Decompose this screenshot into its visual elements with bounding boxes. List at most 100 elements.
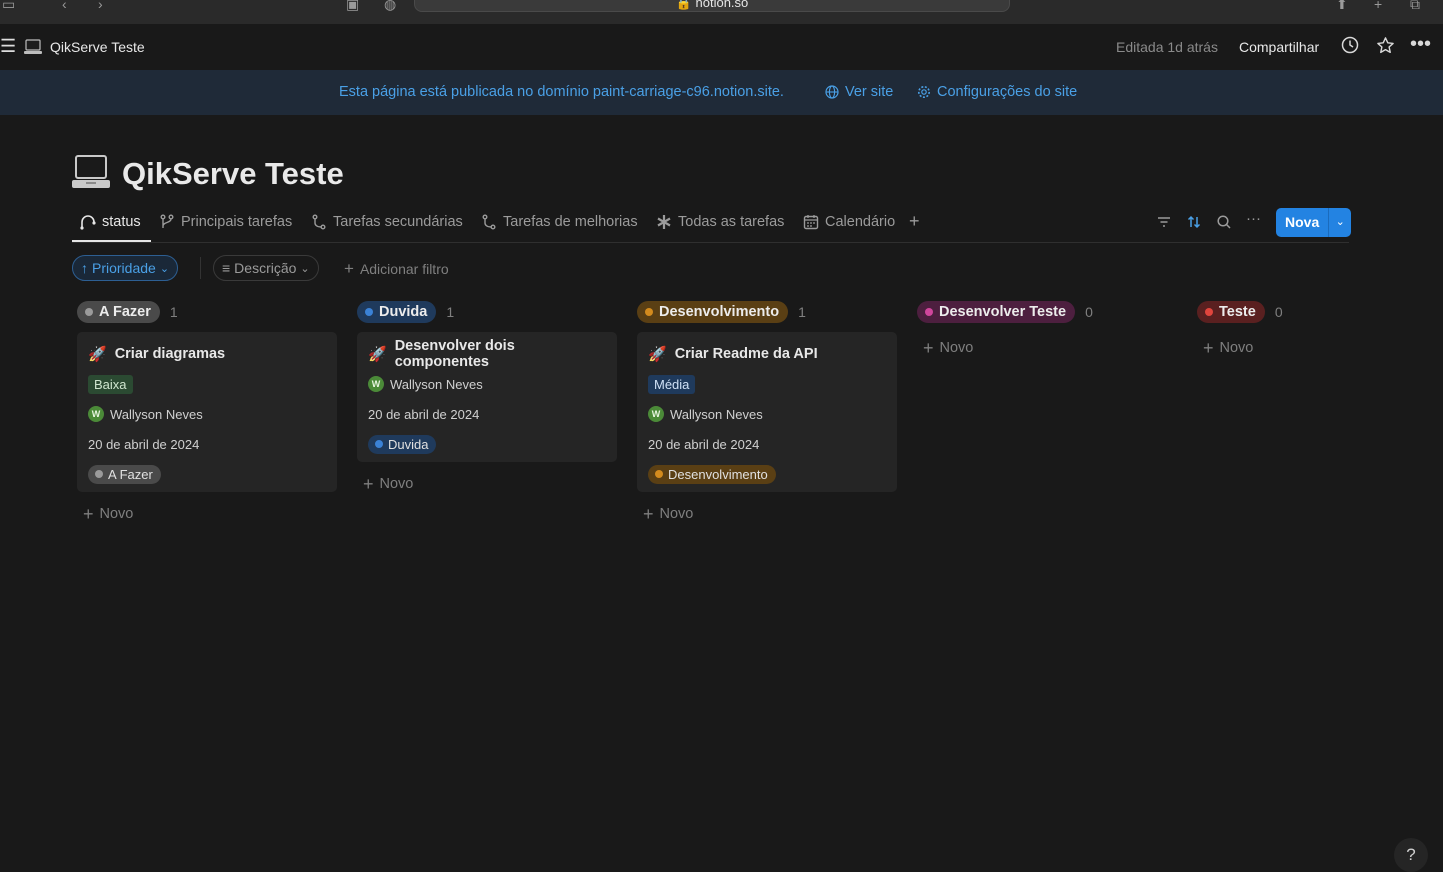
board-column: A Fazer 1 🚀 Criar diagramas Baixa W Wallyson N…	[77, 300, 337, 524]
active-tab-indicator	[72, 240, 151, 242]
status-label: A Fazer	[108, 466, 153, 482]
share-icon[interactable]: ⬆	[1336, 0, 1348, 13]
column-status-pill[interactable]: Desenvolvimento	[637, 301, 789, 323]
add-card-button[interactable]: + Novo	[1203, 338, 1443, 358]
plus-icon: +	[344, 259, 354, 278]
status-label: Duvida	[388, 436, 429, 452]
sidebar-toggle-icon[interactable]: ▭	[2, 0, 15, 13]
add-card-button[interactable]: + Novo	[83, 504, 337, 524]
laptop-icon	[24, 39, 42, 54]
status-badge: A Fazer	[88, 464, 161, 484]
column-status-pill[interactable]: Desenvolver Teste	[917, 301, 1076, 323]
lock-icon: 🔒	[675, 0, 692, 10]
priority-tag: Baixa	[88, 374, 133, 394]
tab-principais-tarefas[interactable]: Principais tarefas	[159, 214, 292, 230]
description-filter-chip[interactable]: ≡ Descrição ⌄	[213, 255, 319, 281]
card-title-row: 🚀 Desenvolver dois componentes	[368, 338, 606, 370]
add-filter-button[interactable]: + Adicionar filtro	[344, 259, 449, 279]
column-status-pill[interactable]: A Fazer	[77, 301, 160, 323]
forward-icon[interactable]: ›	[98, 0, 103, 12]
browser-toolbar: ▭ ‹ › ▣ ◍ 🔒 notion.so ⬆ + ⧉	[0, 0, 1443, 24]
add-card-label: Novo	[99, 506, 134, 522]
search-icon[interactable]	[1216, 214, 1232, 234]
board-column: Desenvolver Teste 0 + Novo	[917, 300, 1177, 358]
status-dot	[365, 308, 373, 316]
task-card[interactable]: 🚀 Desenvolver dois componentes W Wallyson N…	[357, 332, 617, 462]
column-name: Desenvolver Teste	[939, 304, 1067, 320]
task-card[interactable]: 🚀 Criar diagramas Baixa W Wallyson Neves 20 d…	[77, 332, 337, 492]
tab-tarefas-de-melhorias[interactable]: Tarefas de melhorias	[481, 214, 638, 230]
date-row: 20 de abril de 2024	[648, 434, 886, 454]
tab-todas-as-tarefas[interactable]: Todas as tarefas	[656, 214, 784, 230]
status-badge: Desenvolvimento	[648, 464, 776, 484]
menu-icon[interactable]: ☰	[0, 36, 16, 57]
task-card[interactable]: 🚀 Criar Readme da API Média W Wallyson Neves…	[637, 332, 897, 492]
edited-timestamp: Editada 1d atrás	[1116, 39, 1218, 55]
favorite-star-icon[interactable]	[1376, 36, 1395, 60]
view-tabs: status Principais tarefas Tarefas secund…	[72, 208, 1352, 243]
plus-icon: +	[923, 337, 934, 358]
divider	[200, 257, 201, 279]
tab-calendario[interactable]: Calendário	[803, 214, 895, 230]
add-card-button[interactable]: + Novo	[923, 338, 1177, 358]
column-count: 0	[1085, 304, 1093, 320]
filter-icon[interactable]	[1156, 214, 1172, 234]
add-view-icon[interactable]: +	[909, 211, 920, 232]
chevron-down-icon[interactable]: ⌄	[1328, 208, 1352, 237]
sort-icon[interactable]	[1186, 214, 1202, 234]
more-options-icon[interactable]: •••	[1410, 33, 1431, 56]
assignee-name: Wallyson Neves	[110, 406, 203, 422]
column-header: Desenvolvimento 1	[637, 300, 897, 324]
priority-sort-chip[interactable]: ↑ Prioridade ⌄	[72, 255, 179, 281]
subtask-icon	[312, 214, 326, 230]
tab-status[interactable]: status	[80, 214, 141, 230]
column-status-pill[interactable]: Duvida	[357, 301, 437, 323]
text-lines-icon: ≡	[222, 260, 231, 276]
new-item-button[interactable]: Nova	[1276, 208, 1329, 237]
banner-message: Esta página está publicada no domínio pa…	[339, 84, 784, 100]
add-card-label: Novo	[1219, 340, 1254, 356]
view-site-link[interactable]: Ver site	[825, 84, 893, 100]
rocket-icon: 🚀	[368, 346, 387, 363]
back-icon[interactable]: ‹	[62, 0, 67, 12]
history-clock-icon[interactable]	[1341, 36, 1359, 59]
site-settings-link[interactable]: Configurações do site	[917, 84, 1077, 100]
branch-icon	[160, 214, 174, 228]
tab-label: Tarefas secundárias	[333, 214, 463, 230]
globe-icon	[825, 85, 839, 99]
tab-label: Tarefas de melhorias	[503, 214, 638, 230]
address-bar[interactable]: 🔒 notion.so	[414, 0, 1010, 12]
status-row: Desenvolvimento	[648, 464, 886, 484]
tabs-overview-icon[interactable]: ⧉	[1410, 0, 1420, 13]
shield-icon[interactable]: ◍	[384, 0, 396, 13]
card-title: Desenvolver dois componentes	[394, 338, 515, 370]
notion-extension-icon[interactable]: ▣	[346, 0, 359, 13]
notion-topbar: ☰ QikServe Teste Editada 1d atrás Compar…	[0, 24, 1443, 70]
view-more-icon[interactable]: ···	[1246, 210, 1261, 227]
add-card-button[interactable]: + Novo	[363, 474, 617, 494]
column-status-pill[interactable]: Teste	[1197, 301, 1265, 323]
gear-icon	[918, 86, 930, 98]
column-count: 0	[1274, 304, 1283, 320]
view-site-label: Ver site	[845, 84, 894, 100]
column-header: Desenvolver Teste 0	[917, 300, 1177, 324]
share-button[interactable]: Compartilhar	[1239, 39, 1319, 55]
priority-chip-label: Prioridade	[92, 260, 156, 276]
plus-icon: +	[83, 503, 94, 524]
arrow-up-icon: ↑	[81, 260, 88, 276]
new-tab-icon[interactable]: +	[1374, 0, 1382, 12]
column-header: Teste 0	[1197, 300, 1443, 324]
page-title: QikServe Teste	[122, 156, 344, 191]
tab-tarefas-secundarias[interactable]: Tarefas secundárias	[311, 214, 463, 230]
status-dot	[85, 308, 93, 316]
column-count: 1	[169, 304, 178, 320]
status-dot	[1205, 308, 1213, 316]
breadcrumb-page-title[interactable]: QikServe Teste	[50, 39, 145, 55]
avatar: W	[648, 406, 664, 422]
column-name: Desenvolvimento	[659, 304, 780, 320]
column-name: A Fazer	[99, 304, 151, 320]
board-column: Duvida 1 🚀 Desenvolver dois componentes W Wal…	[357, 300, 617, 494]
priority-row: Baixa	[88, 374, 326, 394]
add-card-button[interactable]: + Novo	[643, 504, 897, 524]
column-name: Teste	[1219, 304, 1256, 320]
